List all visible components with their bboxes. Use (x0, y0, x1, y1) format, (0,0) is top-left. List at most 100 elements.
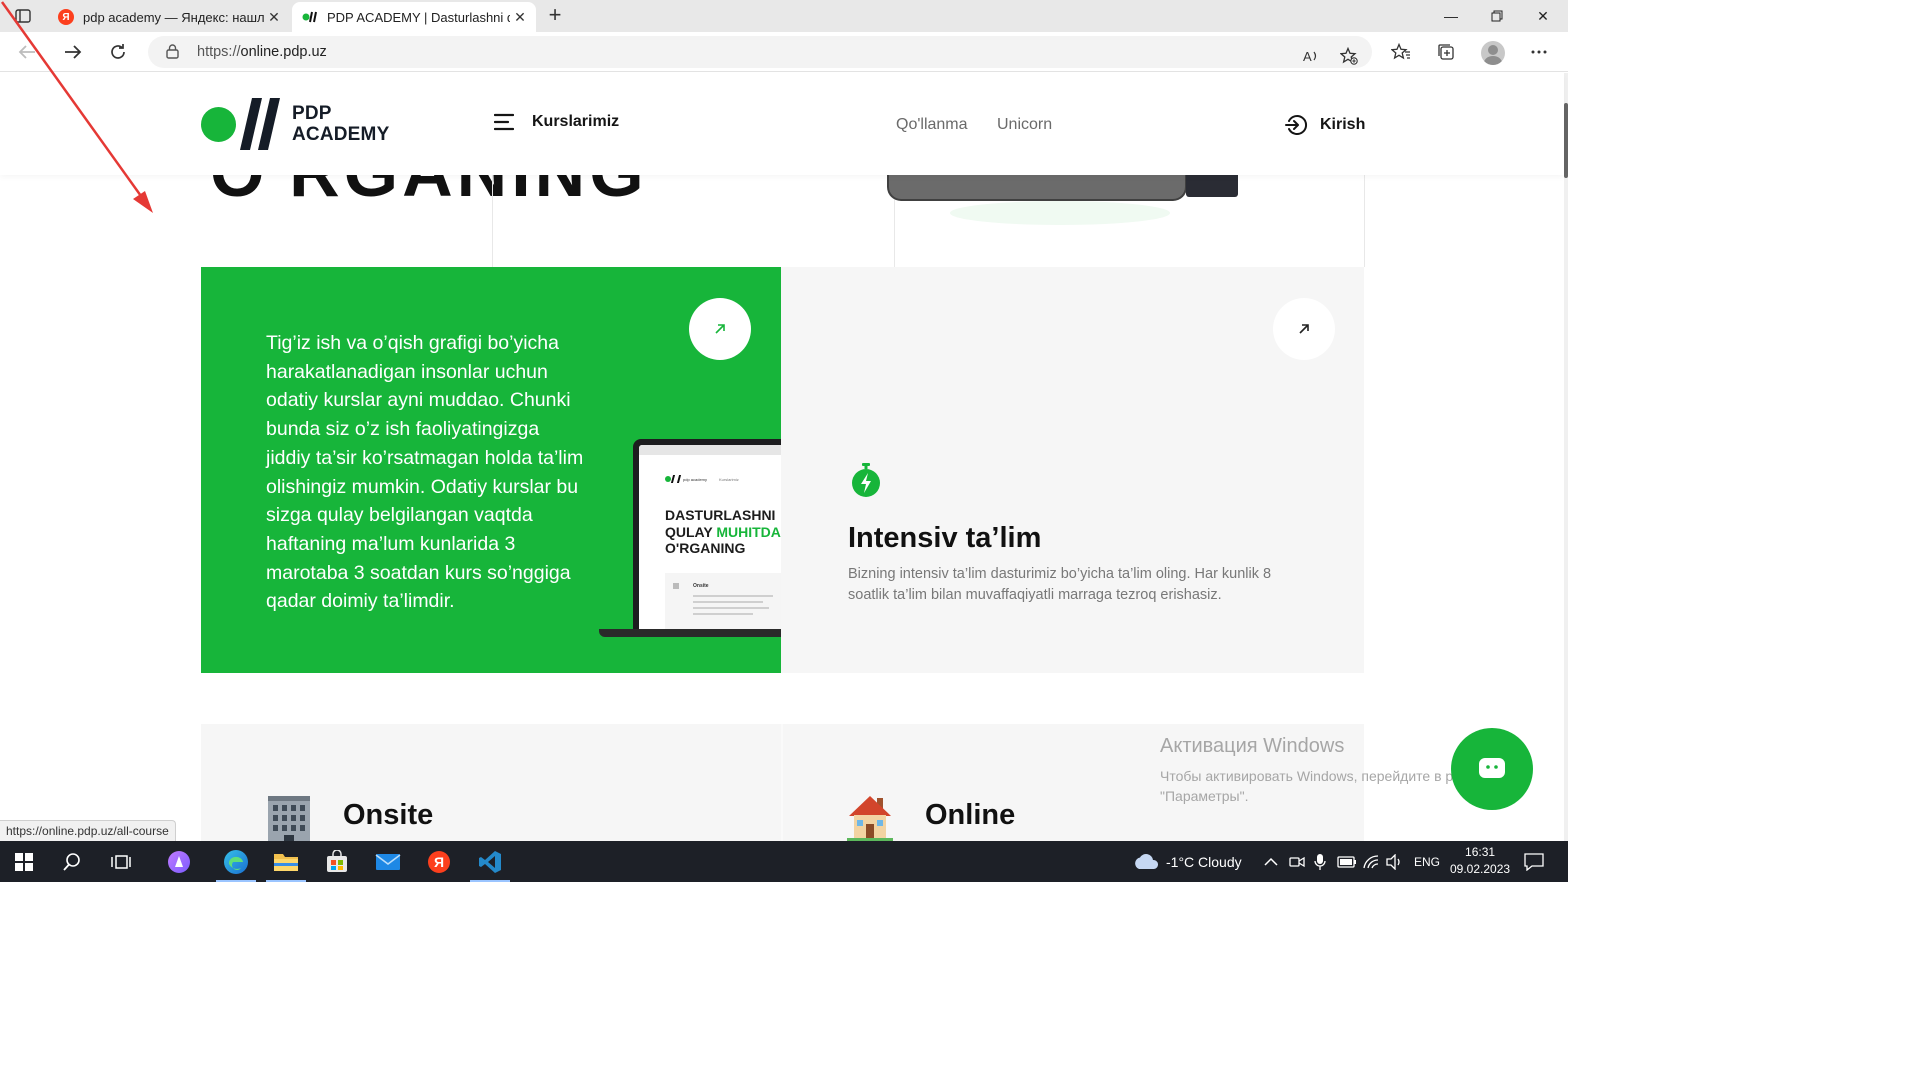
collections-icon[interactable] (1431, 38, 1461, 66)
logo-line-1: PDP (292, 103, 332, 124)
microphone-icon[interactable] (1313, 841, 1327, 882)
nav-link-qollanma[interactable]: Qo'llanma (896, 116, 968, 134)
url-scheme: https:// (197, 44, 241, 60)
login-button[interactable]: Kirish (1284, 113, 1365, 137)
activation-title: Активация Windows (1160, 735, 1345, 757)
mini-section: Onsite (665, 573, 781, 629)
mini-nav: Kurslarimiz (719, 477, 739, 482)
courses-label: Kurslarimiz (532, 113, 620, 130)
store-icon (327, 849, 347, 872)
tab-yandex[interactable]: Я pdp academy — Яндекс: нашлос ✕ (48, 2, 290, 32)
clock-date: 09.02.2023 (1450, 862, 1511, 876)
address-bar[interactable]: https://online.pdp.uz A (148, 36, 1372, 68)
svg-text:A: A (1303, 49, 1312, 64)
url-text[interactable]: https://online.pdp.uz (197, 44, 327, 60)
logo-bars-icon (240, 98, 280, 150)
close-tab-icon[interactable]: ✕ (510, 7, 530, 27)
show-hidden-icons-button[interactable] (1264, 841, 1278, 882)
back-button[interactable] (12, 38, 42, 66)
profile-avatar[interactable] (1481, 41, 1505, 65)
tab-actions-icon[interactable] (12, 6, 34, 26)
search-button[interactable] (48, 841, 96, 882)
chat-widget-button[interactable] (1451, 728, 1533, 810)
logo-text: PDP ACADEMY (292, 103, 389, 145)
start-button[interactable] (0, 841, 48, 882)
alice-assistant-button[interactable] (155, 841, 203, 882)
favorites-icon[interactable] (1386, 38, 1416, 66)
house-icon (847, 794, 893, 841)
read-aloud-icon[interactable]: A (1296, 42, 1326, 70)
taskbar-file-explorer[interactable] (262, 841, 310, 882)
divider (492, 173, 493, 267)
regular-course-description: Tig’iz ish va o’qish grafigi bo’yicha ha… (266, 332, 584, 613)
stopwatch-bolt-icon (852, 463, 880, 497)
taskbar-mail[interactable] (364, 841, 412, 882)
notifications-button[interactable] (1524, 841, 1544, 882)
close-tab-icon[interactable]: ✕ (264, 7, 284, 27)
browser-tab-bar: Я pdp academy — Яндекс: нашлос ✕ PDP ACA… (0, 0, 1568, 32)
divider (1364, 173, 1365, 267)
language-indicator[interactable]: ENG (1414, 841, 1440, 882)
minimize-button[interactable]: — (1428, 0, 1474, 32)
site-logo[interactable]: PDP ACADEMY (201, 98, 389, 150)
task-view-button[interactable] (97, 841, 145, 882)
close-window-button[interactable]: ✕ (1520, 0, 1566, 32)
add-favorite-icon[interactable] (1334, 42, 1364, 70)
activation-line-1: Чтобы активировать Windows, перейдите в … (1160, 768, 1491, 784)
online-title: Online (925, 799, 1016, 831)
url-host: online.pdp.uz (240, 44, 327, 60)
tab-title: PDP ACADEMY | Dasturlashni qu (327, 9, 510, 25)
weather-widget[interactable]: -1°C Cloudy (1132, 841, 1242, 882)
login-icon (1285, 115, 1308, 135)
tab-title: pdp academy — Яндекс: нашлос (83, 9, 264, 25)
activation-line-2: "Параметры". (1160, 788, 1249, 804)
site-header: PDP ACADEMY Kurslarimiz Qo'llanma Unicor… (0, 73, 1564, 175)
logo-dot (201, 106, 236, 142)
laptop-screen: pdp academy Kurslarimiz DASTURLASHNI QUL… (633, 439, 781, 631)
new-tab-button[interactable]: + (542, 4, 568, 27)
alice-icon (168, 850, 190, 873)
taskbar-edge[interactable] (212, 841, 260, 882)
wifi-icon[interactable] (1362, 841, 1380, 882)
mini-headline-1: DASTURLASHNI (665, 507, 776, 523)
meet-now-icon[interactable] (1289, 841, 1305, 882)
taskbar-vscode[interactable] (466, 841, 514, 882)
login-label: Kirish (1320, 116, 1366, 133)
taskbar-clock[interactable]: 16:31 09.02.2023 (1450, 844, 1510, 878)
more-menu-icon[interactable] (1524, 38, 1554, 66)
logo-line-2: ACADEMY (292, 124, 390, 145)
onsite-title: Onsite (343, 799, 434, 831)
laptop-illustration: pdp academy Kurslarimiz DASTURLASHNI QUL… (599, 439, 781, 639)
divider (781, 724, 783, 841)
scrollbar-thumb[interactable] (1564, 103, 1568, 178)
refresh-button[interactable] (103, 38, 133, 66)
restore-button[interactable] (1474, 0, 1520, 32)
tab-pdp[interactable]: PDP ACADEMY | Dasturlashni qu ✕ (292, 2, 536, 32)
forward-button[interactable] (58, 38, 88, 66)
courses-menu-button[interactable]: Kurslarimiz (494, 113, 619, 131)
browser-toolbar: https://online.pdp.uz A (0, 32, 1568, 72)
status-bar-url: https://online.pdp.uz/all-course (0, 820, 176, 841)
regular-course-card[interactable]: Tig’iz ish va o’qish grafigi bo’yicha ha… (201, 267, 781, 673)
mini-logo: pdp academy (665, 475, 707, 483)
mini-headline-2b: MUHITDA (716, 523, 781, 540)
card-open-button[interactable] (689, 298, 751, 360)
battery-icon[interactable] (1337, 841, 1357, 882)
page-scrollbar[interactable] (1564, 73, 1568, 841)
weather-text: -1°C Cloudy (1166, 853, 1242, 870)
intensive-course-card[interactable]: Intensiv ta’lim Bizning intensiv ta’lim … (781, 267, 1364, 673)
nav-link-unicorn[interactable]: Unicorn (997, 116, 1052, 134)
card-open-button[interactable] (1273, 298, 1335, 360)
volume-icon[interactable] (1386, 841, 1404, 882)
taskbar-store[interactable] (313, 841, 361, 882)
yandex-icon: Я (428, 850, 450, 873)
clock-time: 16:31 (1465, 845, 1496, 859)
arrow-up-right-icon (1299, 324, 1309, 334)
pdp-icon (302, 9, 318, 25)
windows-activation-watermark: Активация Windows Чтобы активировать Win… (1160, 735, 1491, 806)
lock-icon[interactable] (166, 44, 179, 64)
mail-icon (375, 853, 401, 870)
mini-headline-3: O'RGANING (665, 540, 746, 556)
mini-headline: DASTURLASHNI QULAY MUHITDA O'RGANING (665, 507, 781, 557)
taskbar-yandex-browser[interactable]: Я (415, 841, 463, 882)
